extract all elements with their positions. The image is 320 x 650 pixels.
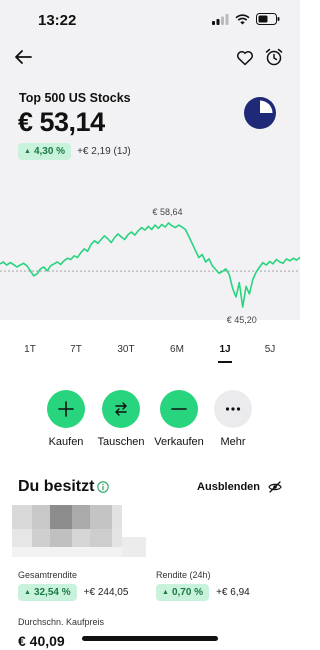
swap-button[interactable]: Tauschen [91, 390, 151, 448]
total-return-badge: ▲ 32,54 % [18, 584, 77, 601]
nav-bar [0, 44, 300, 74]
plus-icon [47, 390, 85, 428]
price-chart[interactable]: € 58,64 € 45,20 [0, 195, 300, 330]
current-price: € 53,14 [18, 107, 105, 137]
holdings-title: Du besitzt [18, 478, 95, 495]
buy-button[interactable]: Kaufen [36, 390, 96, 448]
battery-icon [256, 13, 280, 25]
avg-price-value: € 40,09 [18, 633, 65, 649]
alarm-clock-icon[interactable] [264, 47, 284, 67]
total-return-label: Gesamtrendite [18, 570, 78, 580]
more-label: Mehr [220, 436, 246, 448]
return-24h-abs: +€ 6,94 [216, 587, 250, 598]
eye-off-icon[interactable] [268, 480, 282, 494]
instrument-name: Top 500 US Stocks [19, 91, 131, 105]
status-icons [212, 13, 280, 25]
pie-chart-logo [244, 97, 276, 129]
low-price-label: € 45,20 [227, 315, 257, 325]
wifi-icon [235, 13, 250, 24]
more-button[interactable]: Mehr [203, 390, 263, 448]
absolute-change: +€ 2,19 (1J) [77, 146, 131, 157]
up-triangle-icon: ▲ [24, 148, 31, 155]
range-7t[interactable]: 7T [61, 344, 91, 355]
swap-icon [102, 390, 140, 428]
sell-label: Verkaufen [154, 436, 204, 448]
swap-label: Tauschen [97, 436, 145, 448]
home-indicator [82, 636, 218, 641]
total-return-row: ▲ 32,54 % +€ 244,05 [18, 584, 128, 601]
return-24h-row: ▲ 0,70 % +€ 6,94 [156, 584, 250, 601]
minus-icon [160, 390, 198, 428]
percent-change-badge: ▲ 4,30 % [18, 143, 72, 160]
return-24h-percent: 0,70 % [171, 587, 204, 598]
range-1j[interactable]: 1J [210, 344, 240, 355]
active-range-underline [218, 361, 232, 363]
range-30t[interactable]: 30T [111, 344, 141, 355]
signal-icon [212, 13, 229, 25]
status-time: 13:22 [38, 12, 77, 29]
more-icon [214, 390, 252, 428]
up-triangle-icon: ▲ [162, 589, 169, 596]
total-return-abs: +€ 244,05 [83, 587, 129, 598]
return-24h-label: Rendite (24h) [156, 570, 211, 580]
return-24h-badge: ▲ 0,70 % [156, 584, 210, 601]
avg-price-label: Durchschn. Kaufpreis [18, 617, 105, 627]
status-bar: 13:22 [0, 0, 300, 40]
price-line [0, 222, 300, 308]
hide-button[interactable]: Ausblenden [197, 481, 260, 493]
time-range-selector: 1T 7T 30T 6M 1J 5J [0, 344, 300, 366]
range-1t[interactable]: 1T [15, 344, 45, 355]
range-5j[interactable]: 5J [255, 344, 285, 355]
total-return-percent: 32,54 % [33, 587, 71, 598]
heart-icon[interactable] [236, 49, 254, 67]
hidden-value-blur [12, 505, 146, 557]
sell-button[interactable]: Verkaufen [149, 390, 209, 448]
buy-label: Kaufen [48, 436, 84, 448]
info-icon[interactable] [97, 481, 109, 493]
back-arrow-icon[interactable] [12, 46, 34, 68]
high-price-label: € 58,64 [153, 207, 183, 217]
price-change-row: ▲ 4,30 % +€ 2,19 (1J) [18, 143, 131, 160]
range-6m[interactable]: 6M [162, 344, 192, 355]
percent-change-text: 4,30 % [33, 146, 66, 157]
up-triangle-icon: ▲ [24, 589, 31, 596]
